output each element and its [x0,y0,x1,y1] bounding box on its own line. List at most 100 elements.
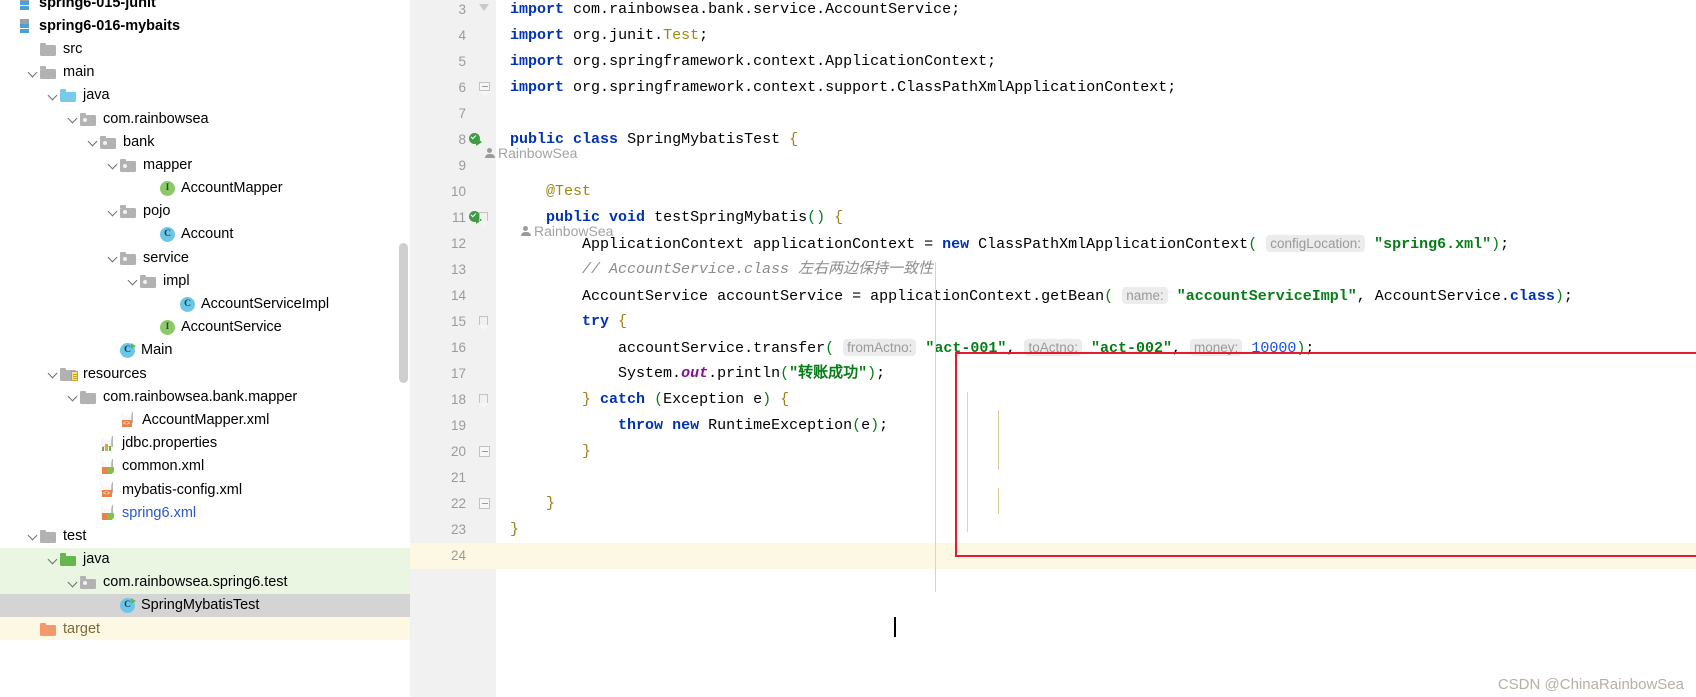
code-line[interactable]: 9 [410,153,1696,179]
code-text: accountService.transfer( fromActno: "act… [618,339,1315,357]
package-icon [140,274,157,288]
code-line[interactable]: 23} [410,517,1696,543]
tree-item-label: mybatis-config.xml [122,481,243,498]
chevron-down-icon[interactable] [27,66,40,79]
tree-item[interactable]: java [0,84,410,107]
code-line[interactable]: 14 AccountService accountService = appli… [410,283,1696,309]
tree-item[interactable]: com.rainbowsea.bank.mapper [0,385,410,408]
tree-item[interactable]: common.xml [0,455,410,478]
tree-item[interactable]: C Main [0,339,410,362]
code-line[interactable]: 10 @Test [410,179,1696,205]
project-tree-scrollbar[interactable] [399,243,408,383]
code-line[interactable]: 7 [410,101,1696,127]
chevron-down-icon[interactable] [67,112,80,125]
chevron-down-icon[interactable] [67,390,80,403]
code-fold-toggle[interactable] [479,394,489,408]
tree-item-label: com.rainbowsea [103,110,209,127]
keyword: import [510,53,565,70]
folder-icon [40,65,57,80]
vcs-author-name: RainbowSea [498,145,578,161]
code-fold-toggle[interactable] [479,498,490,509]
runnable-class-icon: C [120,597,136,613]
tree-item[interactable]: mapper [0,153,410,176]
watermark: CSDN @ChinaRainbowSea [1497,676,1684,693]
chevron-down-icon[interactable] [107,251,120,264]
tree-item[interactable]: spring6.xml [0,501,410,524]
code-line[interactable]: 15 try { [410,309,1696,335]
code-text: import org.junit.Test; [510,27,709,44]
tree-item[interactable]: jdbc.properties [0,432,410,455]
code-line[interactable]: 21 [410,465,1696,491]
string-literal: "accountServiceImpl" [1176,288,1357,305]
code-fold-toggle[interactable] [479,82,491,96]
run-test-gutter-icon[interactable] [469,133,483,147]
code-line[interactable]: 18 } catch (Exception e) { [410,387,1696,413]
tree-item[interactable]: target [0,617,410,641]
spring-config-file-icon [100,505,116,521]
code-fold-toggle[interactable] [479,446,490,457]
project-tree-panel[interactable]: spring6-015-junit spring6-016-mybaits src m… [0,0,410,697]
code-line[interactable]: 8 public class SpringMybatisTest { [410,127,1696,153]
code-line[interactable]: 20 } [410,439,1696,465]
code-line[interactable]: 17 System.out.println("转账成功"); [410,361,1696,387]
tree-item[interactable]: C AccountServiceImpl [0,292,410,315]
tree-item[interactable]: C SpringMybatisTest [0,593,410,618]
tree-item[interactable]: I AccountMapper [0,177,410,200]
tree-item[interactable]: <> AccountMapper.xml [0,408,410,431]
chevron-down-icon[interactable] [27,529,40,542]
tree-item[interactable]: main [0,61,410,84]
code-text: import org.springframework.context.suppo… [510,79,1177,96]
line-number: 19 [450,418,466,433]
tree-item[interactable]: impl [0,269,410,292]
code-fold-toggle[interactable] [479,212,489,226]
code-text: try { [582,313,628,330]
chevron-down-icon[interactable] [67,576,80,589]
code-line-current[interactable]: 24 [410,543,1696,569]
tree-item[interactable]: I AccountService [0,316,410,339]
person-icon [520,226,531,237]
tree-item-label: main [63,64,95,81]
chevron-down-icon[interactable] [47,89,60,102]
parameter-hint: toActno: [1024,339,1082,356]
code-line[interactable]: 3 import com.rainbowsea.bank.service.Acco… [410,0,1696,23]
chevron-down-icon[interactable] [47,553,60,566]
code-line[interactable]: 6 import org.springframework.context.supp… [410,75,1696,101]
module-icon [20,0,33,10]
text-caret [894,617,896,637]
code-line[interactable]: 19 throw new RuntimeException(e); [410,413,1696,439]
code-line[interactable]: 4 import org.junit.Test; [410,23,1696,49]
code-line[interactable]: 13 // AccountService.class 左右两边保持一致性 [410,257,1696,283]
tree-item[interactable]: C Account [0,223,410,246]
tree-item[interactable]: service [0,246,410,269]
line-number: 18 [450,392,466,407]
keyword: import [510,79,565,96]
tree-item[interactable]: src [0,37,410,60]
tree-item[interactable]: com.rainbowsea [0,107,410,130]
code-line[interactable]: 5 import org.springframework.context.Appl… [410,49,1696,75]
java-annotation: @Test [546,183,592,200]
tree-item[interactable]: <> mybatis-config.xml [0,478,410,501]
code-editor[interactable]: 3 import com.rainbowsea.bank.service.Acco… [410,0,1696,697]
tree-item[interactable]: spring6-015-junit [0,0,410,14]
tree-item[interactable]: resources [0,362,410,385]
chevron-down-icon[interactable] [47,367,60,380]
package-icon [80,575,97,590]
code-fold-toggle[interactable] [479,316,489,330]
tree-item[interactable]: bank [0,130,410,153]
line-number: 24 [450,548,466,563]
tree-item[interactable]: test [0,524,410,547]
chevron-down-icon[interactable] [127,274,140,287]
code-text: } [582,443,592,460]
chevron-down-icon[interactable] [107,205,120,218]
chevron-down-icon[interactable] [87,135,100,148]
tree-item[interactable]: java [0,547,410,571]
code-line[interactable]: 16 accountService.transfer( fromActno: "… [410,335,1696,361]
class-icon: C [160,226,175,242]
tree-item[interactable]: com.rainbowsea.spring6.test [0,570,410,594]
tree-item[interactable]: pojo [0,200,410,223]
chevron-down-icon[interactable] [107,158,120,171]
code-line[interactable]: 22 } [410,491,1696,517]
code-fold-toggle[interactable] [479,4,489,11]
tree-item[interactable]: spring6-016-mybaits [0,14,410,37]
line-number: 16 [450,340,466,355]
